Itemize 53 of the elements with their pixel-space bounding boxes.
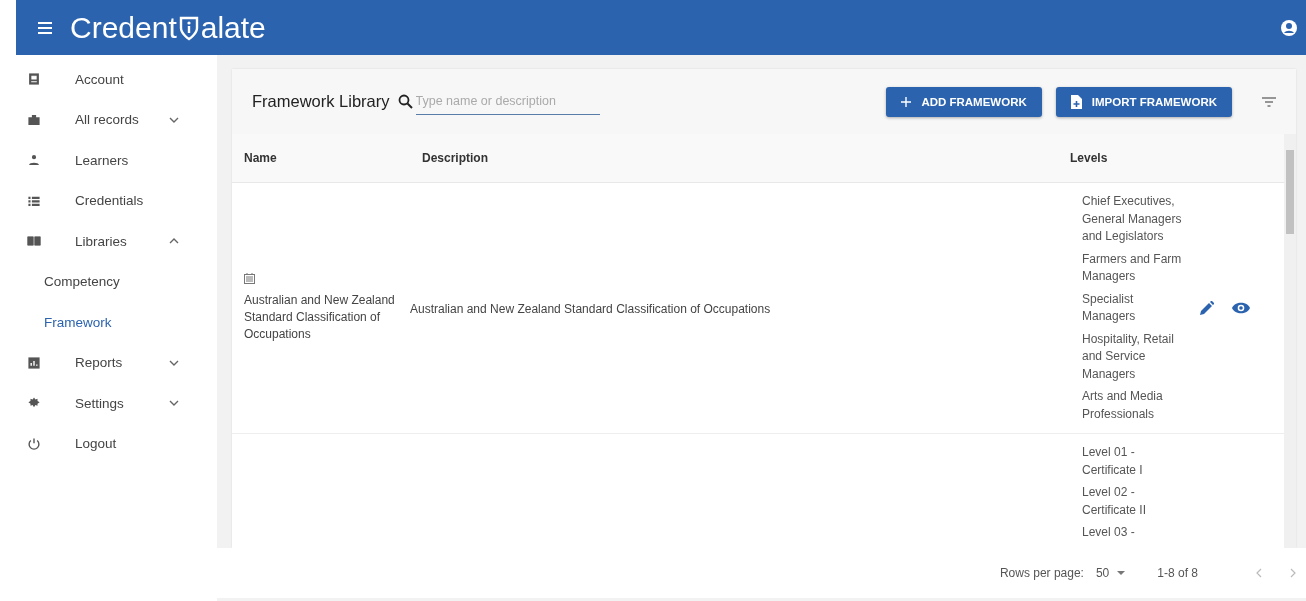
action-button[interactable]: ADD FRAMEWORK	[886, 86, 1042, 117]
level-item: Farmers and Farm Managers	[1082, 250, 1183, 285]
power-icon	[27, 436, 41, 451]
level-item: Level 02 - Certificate II	[1082, 484, 1148, 519]
table-cell-text: Australian and New Zealand Standard Classification of Occupations	[244, 292, 396, 343]
filter-icon[interactable]	[1262, 96, 1276, 107]
level-item: Level 03 -	[1082, 524, 1136, 541]
menu-icon[interactable]	[38, 21, 52, 34]
level-item: Hospitality, Retail and Service Managers	[1082, 330, 1175, 383]
level-item: Arts and Media Professionals	[1082, 388, 1164, 423]
column-header: Description	[422, 151, 489, 165]
briefcase-icon	[27, 112, 41, 127]
edit-icon[interactable]	[1200, 301, 1214, 315]
nav-item[interactable]: All records	[16, 99, 217, 140]
rows-per-page-label: Rows per page:	[999, 566, 1084, 580]
search-icon	[397, 94, 413, 109]
chevron-down-icon	[169, 400, 179, 407]
nav-item[interactable]: Learners	[16, 140, 217, 181]
view-icon[interactable]	[1232, 302, 1250, 314]
chart-icon	[27, 355, 41, 370]
page-title: Framework Library	[252, 92, 390, 111]
account-icon	[27, 72, 41, 87]
level-item: Level 01 - Certificate I	[1082, 444, 1144, 479]
logo-text: alate	[200, 10, 266, 45]
chevron-up-icon	[169, 238, 179, 245]
nav-item[interactable]: Reports	[16, 342, 217, 383]
level-item: Chief Executives, General Managers and Legislators	[1082, 193, 1183, 245]
chevron-down-icon	[169, 116, 179, 123]
nav-item[interactable]: Logout	[16, 423, 217, 464]
file-plus-icon	[1070, 94, 1082, 109]
nav-item[interactable]: Credentials	[16, 180, 217, 221]
search-field[interactable]: Type name or description	[415, 88, 600, 115]
nav-item[interactable]: Account	[16, 59, 217, 100]
scrollbar[interactable]	[1284, 134, 1296, 548]
book-icon	[27, 234, 41, 249]
nav-item[interactable]: Libraries	[16, 221, 217, 262]
shield-icon	[177, 14, 200, 41]
chevron-down-icon	[169, 359, 179, 366]
nav-item[interactable]: Settings	[16, 383, 217, 424]
nav-subitem[interactable]: Competency	[16, 261, 217, 302]
dropdown-arrow-icon	[1117, 571, 1126, 575]
column-header: Name	[243, 151, 278, 165]
person-icon	[27, 153, 41, 168]
action-button[interactable]: IMPORT FRAMEWORK	[1055, 86, 1232, 117]
column-header: Levels	[1070, 151, 1109, 165]
nav-subitem[interactable]: Framework	[16, 302, 217, 343]
plus-icon	[901, 96, 912, 107]
logo-text: Credent	[70, 10, 177, 45]
page-range: 1-8 of 8	[1157, 566, 1198, 580]
rows-per-page-select[interactable]: 50	[1095, 566, 1126, 580]
account-icon[interactable]	[1280, 18, 1298, 37]
level-item: Specialist Managers	[1082, 290, 1137, 325]
table-cell: Australian and New Zealand Standard Classification of Occupations	[410, 301, 771, 316]
